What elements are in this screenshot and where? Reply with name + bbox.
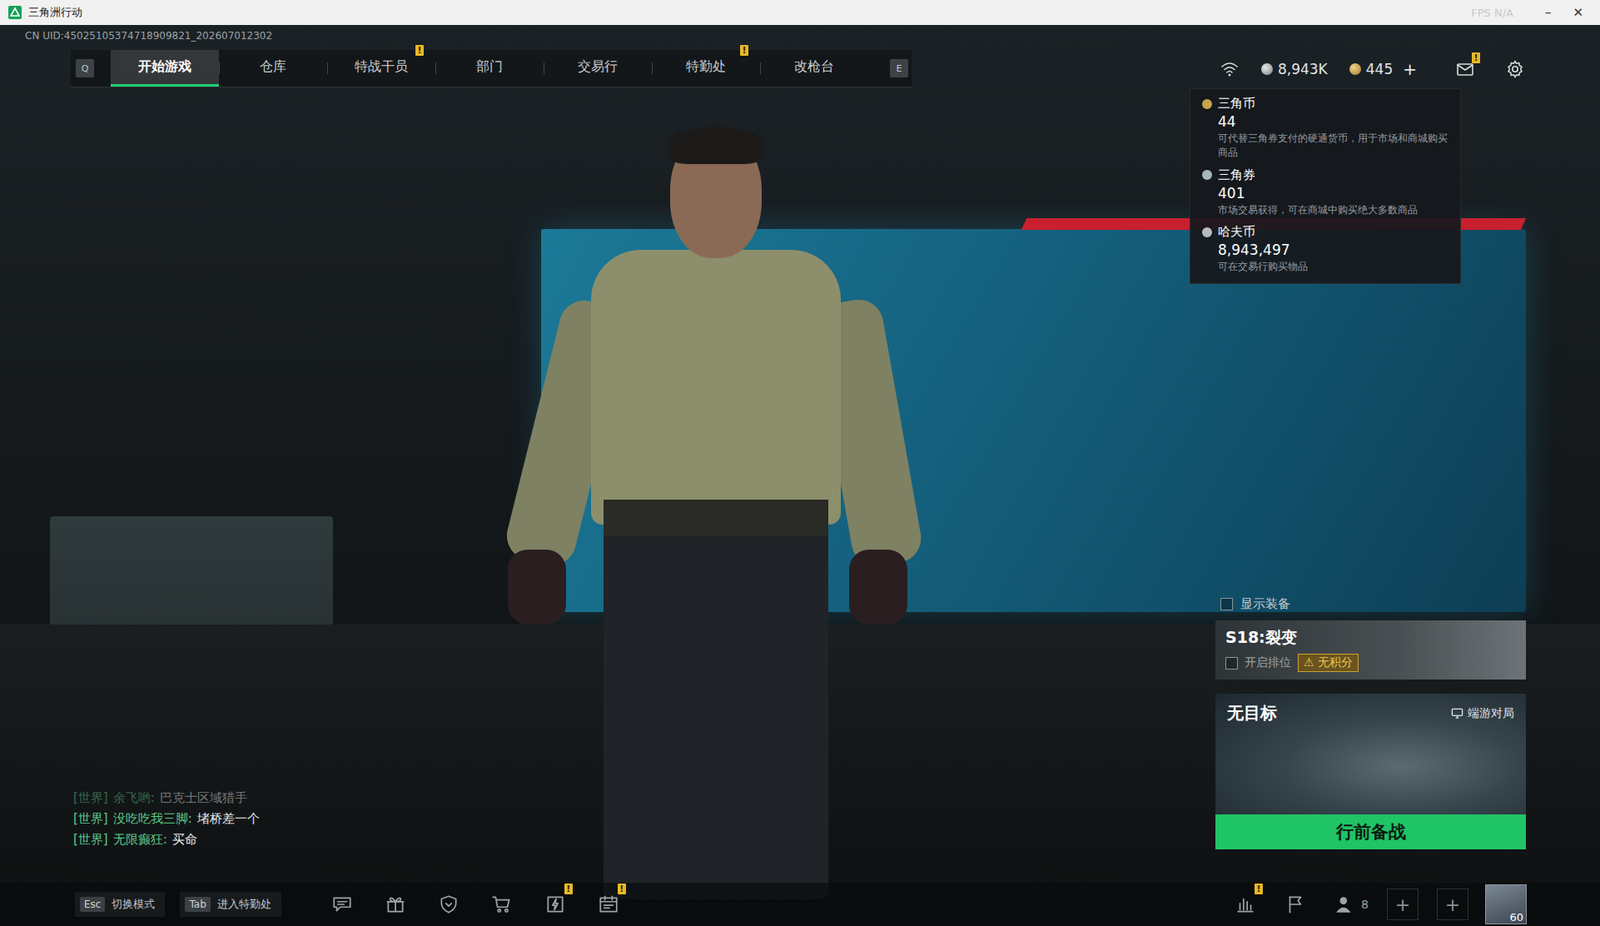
alert-badge: !	[415, 44, 424, 56]
team-slot[interactable]: +	[1386, 888, 1419, 920]
chat-icon	[331, 893, 353, 915]
top-bar: Q 开始游戏仓库特战干员!部门交易行特勤处!改枪台 E 8,943K 445+!	[0, 46, 1600, 88]
prev-tab-key[interactable]: Q	[75, 59, 95, 78]
title-bar: 三角洲行动 FPS N/A – ✕	[0, 0, 1600, 25]
toolbar-button[interactable]	[1284, 893, 1307, 915]
coin-icon	[1202, 227, 1213, 238]
stats-icon	[1234, 893, 1257, 915]
delta-logo-icon	[8, 5, 22, 20]
toolbar-button[interactable]: !	[1234, 893, 1257, 915]
currency-tooltip: 三角币44可代替三角券支付的硬通货币，用于市场和商城购买商品三角券401市场交易…	[1189, 88, 1461, 284]
chat-message: [世界]没吃吃我三脚:堵桥差一个	[73, 810, 260, 827]
currency-entry: 三角券401市场交易获得，可在商城中购买绝大多数商品	[1202, 167, 1449, 218]
toolbar-button[interactable]	[437, 893, 460, 915]
toolbar-button[interactable]: !	[597, 893, 620, 915]
world-chat: [世界]余飞哟:巴克士区域猎手 [世界]没吃吃我三脚:堵桥差一个 [世界]无限癫狂:…	[73, 790, 260, 850]
calendar-icon	[597, 893, 620, 915]
player-avatar[interactable]: 60	[1485, 884, 1527, 925]
no-points-warning: ⚠ 无积分	[1297, 653, 1359, 672]
nav-tab[interactable]: 改枪台	[760, 49, 869, 87]
add-currency-button[interactable]: +	[1402, 59, 1417, 80]
alert-badge: !	[617, 883, 627, 895]
window-control[interactable]: ✕	[1572, 4, 1584, 20]
fps-overlay: FPS N/A	[1470, 6, 1514, 20]
bottom-bar: Esc切换模式 Tab进入特勤处!!! 8 + +60	[0, 882, 1600, 926]
shield-icon	[437, 893, 460, 915]
key-hint[interactable]: Tab进入特勤处	[179, 891, 281, 917]
nav-tab[interactable]: 部门	[435, 49, 544, 87]
currency-entry: 三角币44可代替三角券支付的硬通货币，用于市场和商城购买商品	[1202, 95, 1449, 161]
flag-icon	[1284, 893, 1307, 915]
checkbox[interactable]	[1220, 597, 1233, 611]
friends-button[interactable]: 8	[1334, 893, 1369, 915]
window-title: 三角洲行动	[28, 4, 83, 20]
toolbar-button[interactable]	[331, 893, 353, 915]
gift-icon	[384, 893, 407, 915]
player-level: 60	[1509, 910, 1524, 924]
toolbar-button[interactable]: !	[544, 893, 567, 915]
next-tab-key[interactable]: E	[889, 59, 909, 78]
coin-icon	[1202, 99, 1213, 110]
alert-badge: !	[1471, 52, 1481, 64]
mode-panel: 显示装备 S18:裂变开启排位⚠ 无积分无目标 端游对局行前备战	[1215, 596, 1526, 850]
gear-icon[interactable]	[1505, 59, 1526, 80]
monitor-icon	[1450, 706, 1464, 720]
start-button[interactable]: 行前备战	[1215, 814, 1526, 850]
nav-tab[interactable]: 特战干员!	[327, 49, 436, 87]
alert-badge: !	[740, 44, 749, 56]
uid-label: CN UID:45025105374718909821_202607012302	[0, 24, 1600, 47]
key-hint[interactable]: Esc切换模式	[74, 891, 165, 917]
operator-character	[516, 108, 916, 908]
nav-tab[interactable]: 交易行	[543, 49, 652, 87]
show-equipment-toggle[interactable]: 显示装备	[1220, 596, 1526, 612]
status-area: 8,943K 445+!	[1219, 59, 1526, 80]
main-nav: Q 开始游戏仓库特战干员!部门交易行特勤处!改枪台 E	[70, 49, 912, 88]
chat-message: [世界]余飞哟:巴克士区域猎手	[73, 790, 260, 806]
delta-currency[interactable]: 445+	[1349, 59, 1417, 80]
coin-icon	[1202, 169, 1213, 180]
platform-label: 端游对局	[1450, 705, 1515, 721]
toolbar-button[interactable]	[491, 893, 513, 915]
chat-message: [世界]无限癫狂:买命	[73, 831, 260, 848]
toolbar-button[interactable]	[384, 893, 407, 915]
pass-icon	[544, 893, 567, 915]
alert-badge: !	[564, 883, 573, 895]
window-control[interactable]: –	[1545, 4, 1552, 20]
wifi-icon	[1219, 59, 1240, 80]
cart-icon	[491, 893, 513, 915]
team-slot[interactable]: +	[1436, 888, 1469, 920]
haf-coin-icon	[1261, 63, 1273, 75]
map-card[interactable]: 无目标 端游对局	[1215, 693, 1526, 815]
mail-button[interactable]: !	[1455, 59, 1476, 80]
alert-badge: !	[1254, 883, 1263, 895]
delta-coin-icon	[1349, 63, 1362, 75]
nav-tab[interactable]: 特勤处!	[651, 49, 761, 87]
nav-tab[interactable]: 开始游戏	[110, 49, 219, 87]
game-lobby: 三角洲行动 FPS N/A – ✕ CN UID:4502510537471890982…	[0, 0, 1600, 926]
ranked-checkbox[interactable]	[1225, 656, 1238, 670]
currency-entry: 哈夫币8,943,497可在交易行购买物品	[1202, 223, 1449, 274]
haf-currency[interactable]: 8,943K	[1261, 60, 1328, 78]
season-card[interactable]: S18:裂变开启排位⚠ 无积分	[1215, 620, 1526, 680]
friends-icon	[1334, 893, 1357, 915]
nav-tab[interactable]: 仓库	[218, 49, 328, 87]
